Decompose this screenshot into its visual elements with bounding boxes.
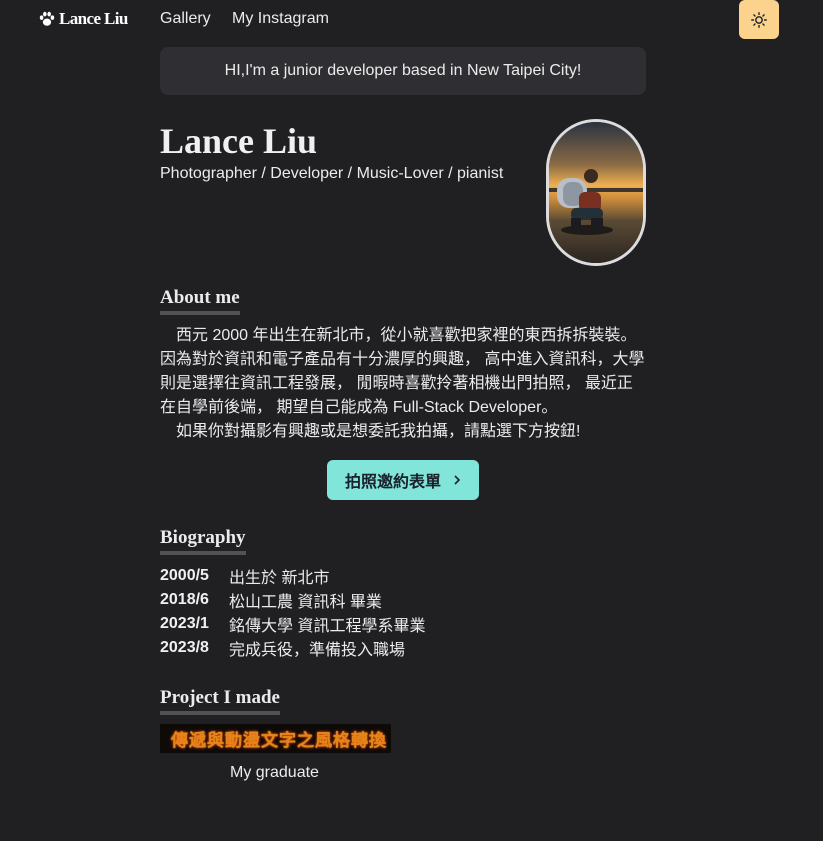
project-thumbnail-text: 傳遞與動盪文字之風格轉換 bbox=[171, 731, 387, 750]
biography-year: 2023/8 bbox=[160, 639, 209, 656]
photo-booking-button[interactable]: 拍照邀約表單 bbox=[327, 460, 479, 500]
biography-list: 2000/5 出生於 新北市 2018/6 松山工農 資訊科 畢業 2023/1… bbox=[160, 564, 425, 660]
biography-heading: Biography bbox=[160, 527, 246, 555]
biography-item: 2000/5 出生於 新北市 bbox=[160, 564, 425, 588]
project-caption[interactable]: My graduate bbox=[230, 764, 319, 782]
biography-item: 2018/6 松山工農 資訊科 畢業 bbox=[160, 588, 425, 612]
profile-subtitle: Photographer / Developer / Music-Lover /… bbox=[160, 165, 504, 182]
biography-text: 銘傳大學 資訊工程學系畢業 bbox=[229, 618, 426, 635]
about-heading: About me bbox=[160, 287, 240, 315]
sun-icon bbox=[751, 11, 767, 28]
chevron-right-icon bbox=[454, 475, 461, 485]
site-logo[interactable]: Lance Liu bbox=[38, 9, 128, 29]
biography-item: 2023/1 銘傳大學 資訊工程學系畢業 bbox=[160, 612, 425, 636]
about-paragraph: 西元 2000 年出生在新北市，從小就喜歡把家裡的東西拆拆裝裝。因為對於資訊和電… bbox=[160, 327, 645, 416]
top-navbar: Lance Liu Gallery My Instagram bbox=[0, 0, 823, 40]
projects-heading: Project I made bbox=[160, 687, 280, 715]
nav-link-gallery[interactable]: Gallery bbox=[160, 10, 211, 28]
biography-text: 松山工農 資訊科 畢業 bbox=[229, 594, 382, 611]
project-thumbnail[interactable]: 傳遞與動盪文字之風格轉換 bbox=[160, 724, 391, 753]
paw-icon bbox=[39, 11, 55, 26]
nav-link-instagram[interactable]: My Instagram bbox=[232, 10, 329, 28]
profile-avatar bbox=[546, 119, 646, 266]
profile-name: Lance Liu bbox=[160, 121, 318, 161]
biography-year: 2023/1 bbox=[160, 615, 209, 632]
about-text: 西元 2000 年出生在新北市，從小就喜歡把家裡的東西拆拆裝裝。因為對於資訊和電… bbox=[160, 324, 648, 444]
biography-year: 2000/5 bbox=[160, 567, 209, 584]
logo-text: Lance Liu bbox=[59, 9, 128, 28]
photo-booking-label: 拍照邀約表單 bbox=[344, 474, 441, 491]
biography-text: 出生於 新北市 bbox=[229, 570, 330, 587]
biography-text: 完成兵役，準備投入職場 bbox=[229, 642, 406, 659]
theme-toggle-button[interactable] bbox=[739, 0, 779, 39]
about-paragraph: 如果你對攝影有興趣或是想委託我拍攝，請點選下方按鈕! bbox=[176, 423, 581, 440]
biography-item: 2023/8 完成兵役，準備投入職場 bbox=[160, 636, 425, 660]
avatar-photo bbox=[549, 122, 643, 263]
intro-banner: HI,I'm a junior developer based in New T… bbox=[160, 47, 646, 95]
biography-year: 2018/6 bbox=[160, 591, 209, 608]
